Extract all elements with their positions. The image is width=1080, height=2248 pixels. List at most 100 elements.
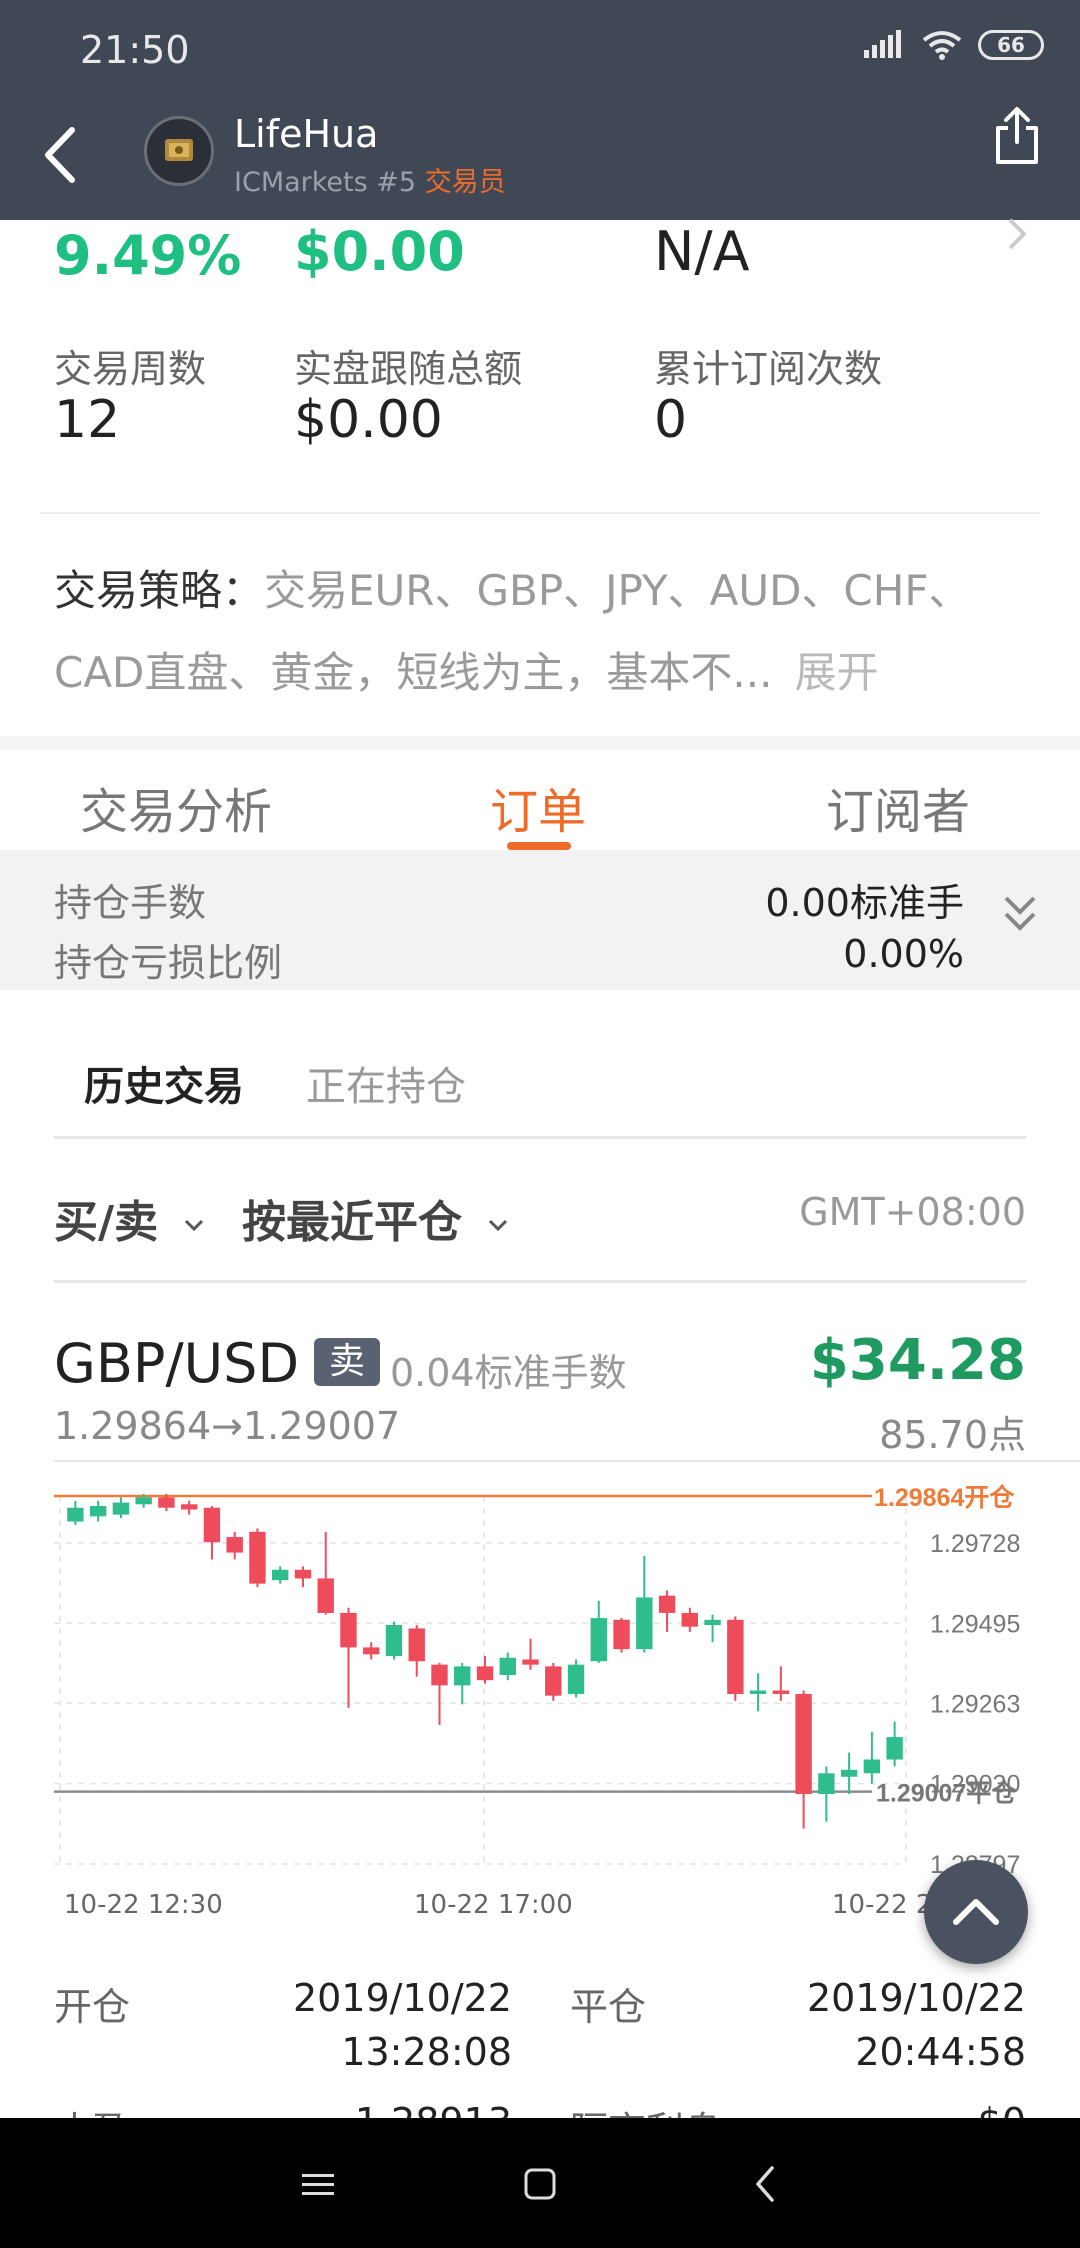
filter-sort[interactable]: 按最近平仓 [242, 1186, 509, 1250]
close-date: 2019/10/22 [806, 1976, 1026, 2020]
candle-body [749, 1690, 767, 1694]
stat-profit: $0.00 [294, 220, 465, 283]
candle-body [818, 1773, 835, 1794]
stat-return: 9.49% [54, 224, 242, 287]
candle-body [886, 1737, 903, 1760]
position-summary[interactable]: 持仓手数 0.00标准手 持仓亏损比例 0.00% [0, 850, 1080, 990]
candle-body [590, 1618, 607, 1662]
y-tick-label: 1.29495 [930, 1610, 1020, 1638]
wifi-icon [922, 31, 962, 60]
order-subtabs: 历史交易 正在持仓 [0, 1010, 1080, 1140]
stat-label-subscriptions: 累计订阅次数 [654, 347, 883, 391]
filter-bar: 买/卖 按最近平仓 GMT+08:00 [0, 1140, 1080, 1280]
candle-body [294, 1569, 312, 1579]
subtab-history[interactable]: 历史交易 [84, 1054, 244, 1112]
candle-body [727, 1619, 744, 1694]
signal-icon [864, 30, 901, 58]
system-nav-bar [0, 2118, 1080, 2248]
candle-body [545, 1666, 562, 1696]
menu-icon[interactable] [288, 2154, 348, 2214]
section-gap [0, 736, 1080, 750]
trader-subtitle: ICMarkets #5 交易员 [234, 160, 506, 199]
y-tick-label: 1.29263 [930, 1690, 1020, 1718]
avatar-image-icon [165, 139, 193, 161]
tab-subscribers[interactable]: 订阅者 [826, 772, 970, 842]
status-time: 21:50 [80, 28, 190, 72]
back-icon[interactable] [736, 2154, 796, 2214]
strategy-label: 交易策略： [54, 566, 265, 615]
status-bar: 21:50 66 [0, 0, 1080, 100]
close-label: 平仓 [570, 1985, 647, 2029]
stat-value-subscriptions: 0 [654, 390, 688, 450]
candle-body [431, 1664, 448, 1686]
order-points: 85.70点 [879, 1413, 1026, 1457]
tab-orders[interactable]: 订单 [490, 772, 586, 842]
chevron-down-icon [489, 1219, 508, 1232]
open-label: 开仓 [54, 1985, 131, 2029]
stat-label-weeks: 交易周数 [54, 347, 207, 391]
candle-body [567, 1664, 585, 1694]
expand-link[interactable]: 展开 [794, 648, 878, 697]
status-icons: 66 [862, 30, 1044, 60]
candle-body [180, 1504, 198, 1510]
candle-body [704, 1619, 721, 1625]
open-date: 2019/10/22 [292, 1976, 512, 2020]
position-pnl-value: 0.00% [843, 932, 964, 976]
filter-side-label: 买/卖 [54, 1197, 159, 1248]
scroll-to-top-button[interactable] [924, 1860, 1028, 1964]
filter-sort-label: 按最近平仓 [242, 1197, 462, 1248]
broker-label: ICMarkets #5 [234, 167, 417, 198]
position-lots-label: 持仓手数 [54, 881, 207, 925]
subtab-open-positions[interactable]: 正在持仓 [306, 1054, 466, 1112]
stat-value-follow-amount: $0.00 [294, 390, 443, 450]
strategy-text: 交易策略：交易EUR、GBP、JPY、AUD、CHF、CAD直盘、黄金，短线为主… [54, 550, 1034, 714]
candle-body [658, 1595, 676, 1613]
candle-body [476, 1666, 494, 1681]
open-price-label: 1.29864开仓 [874, 1483, 1015, 1512]
candle-body [363, 1647, 380, 1655]
chart-svg: 1.297281.294951.292631.290301.287971.298… [54, 1483, 1020, 1879]
x-tick-label: 10-22 17:00 [414, 1890, 573, 1920]
candle-body [203, 1507, 221, 1543]
y-tick-label: 1.29728 [930, 1530, 1020, 1558]
candle-body [67, 1507, 84, 1522]
tab-trade-analysis[interactable]: 交易分析 [80, 772, 272, 842]
avatar[interactable] [144, 116, 214, 186]
chevron-right-icon[interactable] [1002, 214, 1032, 254]
divider [54, 1280, 1026, 1283]
order-profit: $34.28 [809, 1328, 1026, 1393]
candle-body [636, 1597, 653, 1650]
divider [54, 1136, 1026, 1139]
home-square-icon[interactable] [510, 2154, 570, 2214]
tab-active-indicator [507, 842, 571, 850]
candle-body [249, 1531, 266, 1584]
timezone-label: GMT+08:00 [799, 1190, 1026, 1234]
candle-body [840, 1769, 858, 1777]
double-chevron-down-icon[interactable] [1000, 890, 1040, 940]
position-pnl-label: 持仓亏损比例 [54, 941, 283, 985]
share-icon[interactable] [990, 104, 1044, 168]
stat-value-weeks: 12 [54, 390, 121, 450]
back-arrow-icon[interactable] [34, 120, 90, 190]
candle-body [112, 1502, 130, 1515]
candle-body [522, 1659, 539, 1665]
role-label: 交易员 [424, 167, 506, 198]
main-tabs: 交易分析 订单 订阅者 [0, 750, 1080, 850]
candle-body [158, 1497, 175, 1508]
chevron-up-icon [953, 1899, 999, 1925]
order-lots: 0.04标准手数 [390, 1351, 627, 1395]
stat-na: N/A [654, 220, 750, 283]
battery-icon: 66 [978, 30, 1044, 60]
app-header: 21:50 66 LifeHua ICMarkets #5 交易员 [0, 0, 1080, 220]
filter-side[interactable]: 买/卖 [54, 1186, 205, 1250]
trader-name: LifeHua [234, 112, 379, 156]
candle-body [226, 1537, 243, 1553]
candle-body [772, 1690, 790, 1694]
position-lots-value: 0.00标准手 [765, 881, 964, 925]
candle-body [135, 1497, 152, 1505]
order-price-path: 1.29864→1.29007 [54, 1404, 401, 1448]
order-pair: GBP/USD [54, 1332, 300, 1395]
x-tick-label: 10-22 12:30 [64, 1890, 223, 1920]
candle-body [408, 1628, 425, 1662]
candle-body [271, 1569, 289, 1581]
